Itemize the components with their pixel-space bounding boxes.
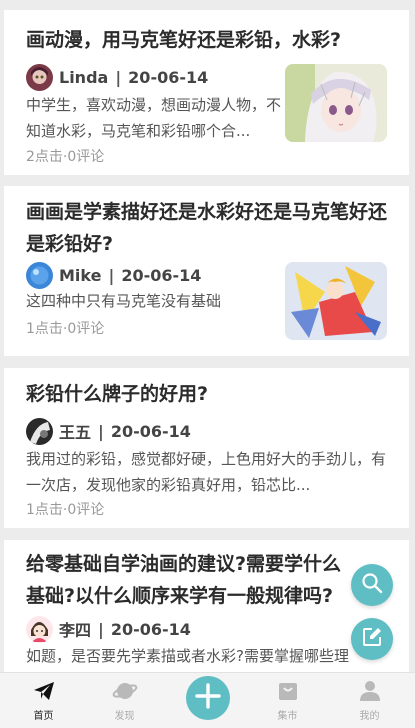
search-icon [361,572,383,598]
post-author[interactable]: Mike [59,266,101,285]
post-card[interactable]: 彩铅什么牌子的好用? 王五 | 20-06-14 我用过的彩铅，感觉都好硬，上色… [4,368,409,528]
post-meta: Linda | 20-06-14 [26,63,208,91]
meta-separator: | [98,421,104,441]
avatar-anime-icon[interactable] [26,63,53,91]
anime-girl-drawing-image[interactable] [285,64,387,142]
search-button[interactable] [351,564,393,606]
tab-publish-button[interactable] [186,676,230,720]
planet-icon [112,679,138,703]
person-icon [359,679,381,703]
post-title[interactable]: 彩铅什么牌子的好用? [26,378,391,410]
post-feed[interactable]: 画动漫，用马克笔好还是彩铅，水彩? Linda | 20-06-14 中学生，喜… [0,0,415,672]
post-date: 20-06-14 [110,421,191,441]
post-card[interactable]: 画动漫，用马克笔好还是彩铅，水彩? Linda | 20-06-14 中学生，喜… [4,10,409,175]
tab-label: 首页 [33,711,54,722]
meta-separator: | [115,67,122,87]
post-excerpt: 中学生，喜欢动漫，想画动漫人物，不知道水彩，马克笔和彩铅哪个合... [26,96,281,140]
post-excerpt: 我用过的彩铅，感觉都好硬，上色用好大的手劲儿，有一次店，发现他家的彩铅真好用，铅… [26,450,386,494]
post-meta: 李四 | 20-06-14 [26,615,191,643]
avatar-cartoon-girl-icon[interactable] [26,615,53,643]
meta-separator: | [108,265,115,285]
tab-home[interactable]: 首页 [2,673,85,728]
anime-character-drawing-image[interactable] [285,262,387,340]
edit-icon [361,626,383,652]
post-card[interactable]: 给零基础自学油画的建议?需要学什么基础?以什么顺序来学有一般规律吗? 李四 | … [4,540,409,672]
post-excerpt: 如题，是否要先学素描或者水彩?需要掌握哪些理 [26,647,349,665]
avatar-dark-icon[interactable] [26,417,53,445]
tab-discover[interactable]: 发现 [83,673,166,728]
post-stats: 1点击·0评论 [26,321,105,337]
tab-market[interactable]: 集市 [246,673,329,728]
post-excerpt: 这四种中只有马克笔没有基础 [26,292,222,310]
tab-label: 发现 [114,711,135,722]
avatar-blue-icon[interactable] [26,261,53,289]
post-stats: 1点击·0评论 [26,502,105,518]
post-title[interactable]: 画画是学素描好还是水彩好还是马克笔好还是彩铅好? [26,196,391,260]
post-date: 20-06-14 [121,265,202,285]
plus-icon [195,683,221,713]
tab-profile[interactable]: 我的 [328,673,411,728]
paper-plane-icon [32,679,56,703]
compose-button[interactable] [351,618,393,660]
post-stats: 2点击·0评论 [26,149,105,165]
post-date: 20-06-14 [110,619,191,639]
meta-separator: | [98,619,104,639]
post-meta: 王五 | 20-06-14 [26,417,191,445]
shopping-bag-icon [277,679,299,703]
post-meta: Mike | 20-06-14 [26,261,201,289]
post-author[interactable]: Linda [59,68,108,87]
post-author[interactable]: 李四 [59,617,91,641]
post-card[interactable]: 画画是学素描好还是水彩好还是马克笔好还是彩铅好? Mike | 20-06-14… [4,186,409,356]
post-date: 20-06-14 [128,67,209,87]
tab-label: 集市 [277,711,298,722]
tab-label: 我的 [359,711,380,722]
post-title[interactable]: 给零基础自学油画的建议?需要学什么基础?以什么顺序来学有一般规律吗? [26,548,349,612]
post-author[interactable]: 王五 [59,419,91,443]
post-title[interactable]: 画动漫，用马克笔好还是彩铅，水彩? [26,24,391,56]
